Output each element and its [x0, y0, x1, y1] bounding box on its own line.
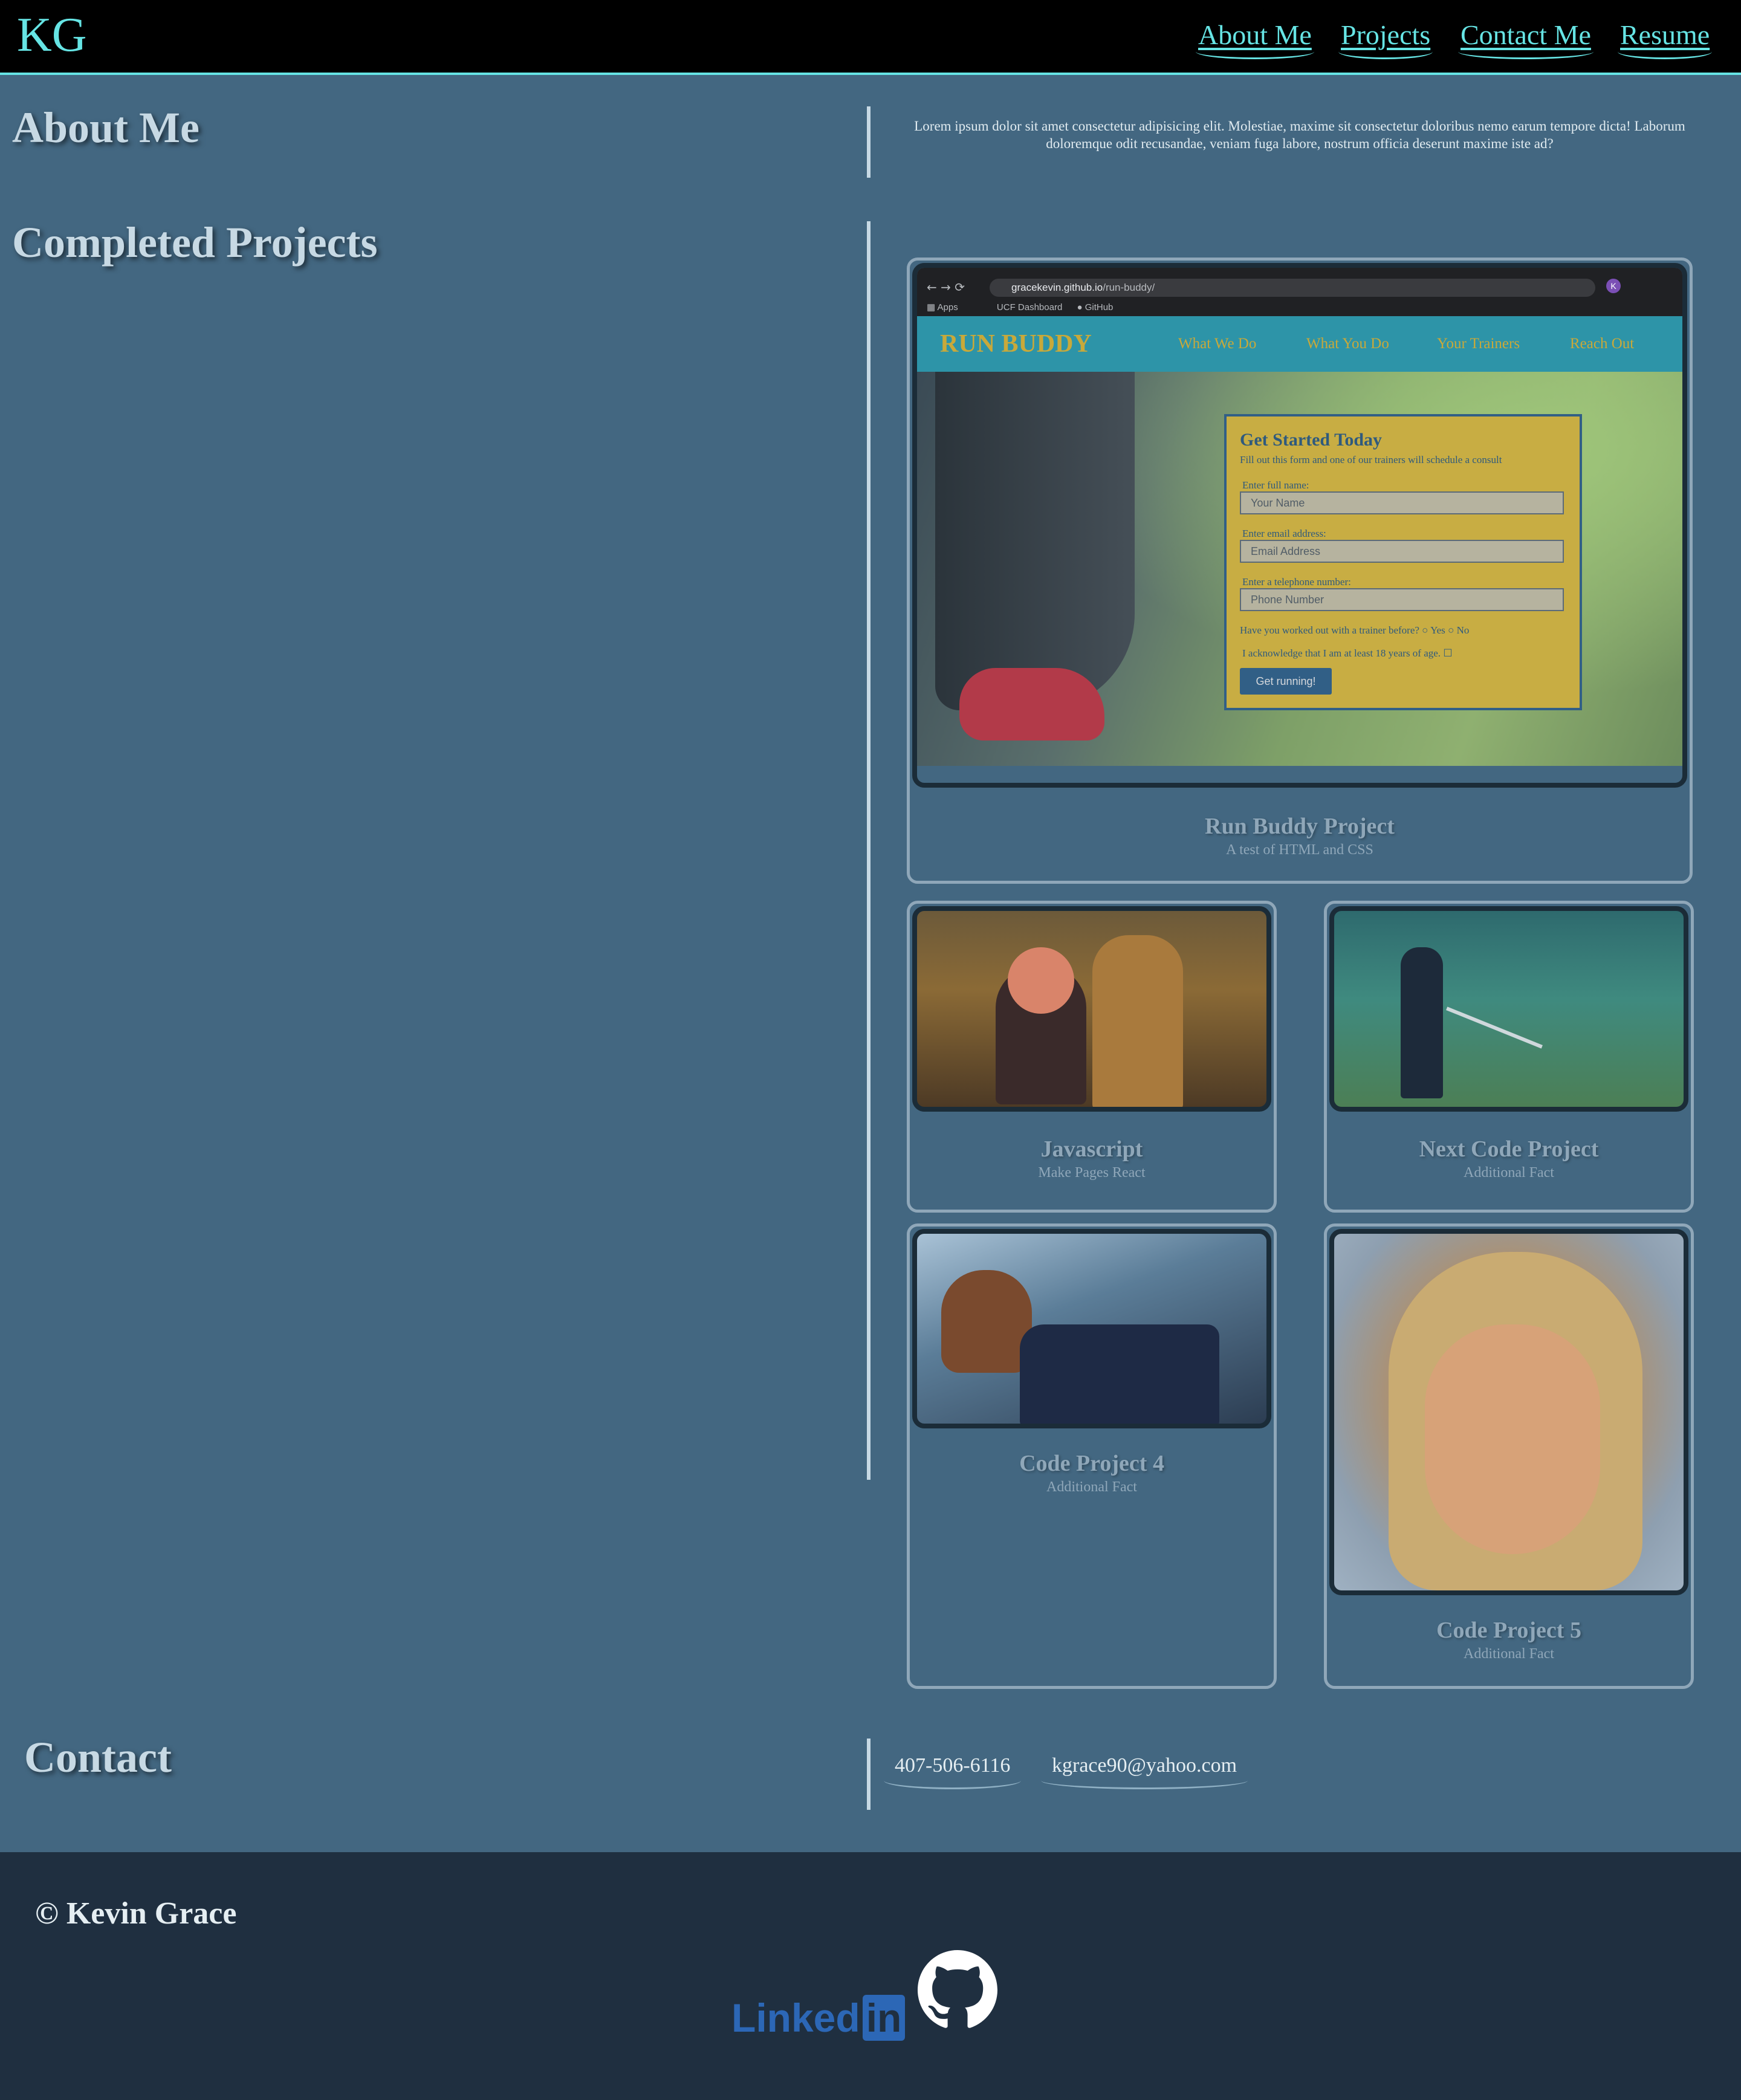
code-project-5-image [1329, 1229, 1688, 1595]
browser-chrome: ← → ⟳ gracekevin.github.io/run-buddy/ K … [917, 268, 1682, 316]
browser-nav-icons: ← → ⟳ [927, 280, 965, 294]
rb-get-running-button: Get running! [1240, 668, 1332, 695]
project-card-javascript[interactable]: Javascript Make Pages React [907, 901, 1277, 1213]
project-subtitle: A test of HTML and CSS [1226, 842, 1373, 858]
github-icon[interactable] [918, 1950, 997, 2030]
project-title: Code Project 4 [1019, 1451, 1164, 1476]
project-subtitle: Make Pages React [1038, 1165, 1146, 1181]
project-subtitle: Additional Fact [1464, 1165, 1554, 1181]
run-buddy-screenshot: ← → ⟳ gracekevin.github.io/run-buddy/ K … [912, 263, 1687, 788]
contact-divider [867, 1739, 870, 1810]
project-title: Run Buddy Project [1205, 814, 1395, 839]
rb-name-label: Enter full name: [1242, 479, 1309, 491]
project-subtitle: Additional Fact [1464, 1646, 1554, 1662]
portrait-face-shape [1425, 1324, 1600, 1554]
character-shape [1401, 947, 1443, 1098]
rb-nav-reach-out: Reach Out [1570, 335, 1635, 352]
top-navbar: KG About Me Projects Contact Me Resume [0, 0, 1741, 75]
nav-about-me[interactable]: About Me [1196, 17, 1314, 59]
running-shoe-shape [959, 668, 1104, 741]
footer [0, 1852, 1741, 2100]
nav-contact-me[interactable]: Contact Me [1458, 17, 1593, 59]
bookmark-github: GitHub [1084, 302, 1114, 313]
address-bar: gracekevin.github.io/run-buddy/ [990, 279, 1595, 297]
runner-leg-shape [935, 372, 1135, 710]
copyright: © Kevin Grace [35, 1896, 237, 1931]
character-shape [1020, 1324, 1219, 1424]
project-title: Next Code Project [1419, 1136, 1599, 1162]
project-title: Javascript [1040, 1136, 1143, 1162]
rb-name-input: Your Name [1240, 491, 1564, 514]
character-head-shape [1008, 947, 1074, 1014]
rb-phone-input: Phone Number [1240, 588, 1564, 611]
character-shape-2 [1092, 935, 1183, 1107]
rb-ack: I acknowledge that I am at least 18 year… [1242, 647, 1453, 659]
brand-logo[interactable]: KG [17, 5, 87, 65]
sword-shape [1446, 1006, 1543, 1049]
project-card-run-buddy[interactable]: ← → ⟳ gracekevin.github.io/run-buddy/ K … [907, 258, 1693, 884]
run-buddy-nav: RUN BUDDY What We Do What You Do Your Tr… [917, 316, 1682, 372]
rb-phone-label: Enter a telephone number: [1242, 576, 1351, 588]
next-code-project-image [1329, 906, 1688, 1112]
rb-form-intro: Fill out this form and one of our traine… [1240, 454, 1502, 465]
rb-nav-what-you-do: What You Do [1306, 335, 1389, 352]
rb-trainer-question: Have you worked out with a trainer befor… [1240, 624, 1470, 636]
profile-avatar-icon: K [1606, 279, 1621, 293]
rb-form-title: Get Started Today [1240, 430, 1383, 450]
linkedin-icon[interactable]: Linked in [731, 1995, 906, 2041]
bookmarks-bar: ▦ Apps UCF Dashboard ● GitHub [927, 302, 1113, 313]
bookmark-apps: Apps [937, 302, 958, 313]
rb-nav-what-we-do: What We Do [1178, 335, 1257, 352]
contact-heading: Contact [24, 1733, 172, 1781]
bookmark-ucf: UCF Dashboard [996, 302, 1063, 313]
project-title: Code Project 5 [1436, 1618, 1581, 1643]
nav-resume[interactable]: Resume [1618, 17, 1713, 59]
about-heading: About Me [12, 103, 199, 152]
project-subtitle: Additional Fact [1046, 1479, 1137, 1495]
javascript-project-image [912, 906, 1271, 1112]
code-project-4-image [912, 1229, 1271, 1428]
rb-nav-your-trainers: Your Trainers [1437, 335, 1520, 352]
run-buddy-logo: RUN BUDDY [940, 330, 1092, 358]
rb-email-input: Email Address [1240, 540, 1564, 563]
github-small-icon: ● [1077, 302, 1083, 313]
contact-phone-link[interactable]: 407-506-6116 [884, 1754, 1022, 1789]
projects-heading: Completed Projects [12, 218, 378, 267]
nav-projects[interactable]: Projects [1338, 17, 1433, 59]
rb-email-label: Enter email address: [1242, 528, 1326, 539]
projects-divider [867, 221, 870, 1480]
apps-grid-icon: ▦ [927, 302, 936, 313]
character-hair-shape [941, 1270, 1032, 1373]
project-card-next-code[interactable]: Next Code Project Additional Fact [1324, 901, 1694, 1213]
contact-email-link[interactable]: kgrace90@yahoo.com [1041, 1754, 1248, 1789]
project-card-code-5[interactable]: Code Project 5 Additional Fact [1324, 1223, 1694, 1689]
run-buddy-signup-form: Get Started Today Fill out this form and… [1224, 414, 1582, 710]
project-card-code-4[interactable]: Code Project 4 Additional Fact [907, 1223, 1277, 1689]
about-divider [867, 106, 870, 178]
about-text: Lorem ipsum dolor sit amet consectetur a… [914, 118, 1685, 151]
